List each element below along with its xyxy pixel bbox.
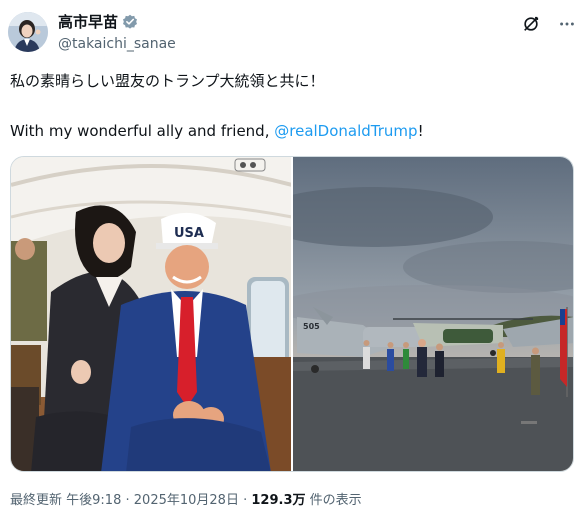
tweet-line-english: With my wonderful ally and friend, @real… (10, 120, 570, 142)
grok-icon[interactable] (521, 14, 541, 34)
user-handle[interactable]: @takaichi_sanae (58, 35, 176, 53)
media-grid: USA 505 (10, 156, 574, 472)
tweet-english-text: With my wonderful ally and friend, (10, 122, 275, 140)
avatar-photo-icon (8, 12, 48, 52)
aircraft-hull-number: 505 (303, 322, 320, 331)
photo-aircraft-carrier-deck[interactable]: 505 (293, 157, 573, 471)
tweet-meta: 最終更新 午後9:18 · 2025年10月28日 · 129.3万 件の表示 (10, 492, 362, 510)
views-label: 件の表示 (309, 493, 362, 508)
header-actions (521, 14, 577, 34)
mention-link[interactable]: @realDonaldTrump (274, 122, 417, 140)
display-name[interactable]: 高市早苗 (58, 13, 118, 31)
updated-label: 最終更新 (10, 493, 63, 508)
views-count: 129.3万 (251, 493, 306, 508)
tweet-time[interactable]: 午後9:18 (66, 493, 121, 508)
more-options-icon[interactable] (557, 14, 577, 34)
tweet-line-japanese: 私の素晴らしい盟友のトランプ大統領と共に！ (10, 72, 325, 90)
tweet-header: 高市早苗 @takaichi_sanae (8, 8, 577, 60)
avatar[interactable] (8, 12, 48, 52)
cap-text: USA (174, 226, 204, 241)
tweet-date[interactable]: 2025年10月28日 (134, 493, 239, 508)
meta-separator-1: · (125, 493, 130, 508)
meta-separator-2: · (243, 493, 248, 508)
name-row: 高市早苗 (58, 13, 138, 31)
verified-badge-icon (122, 14, 138, 30)
tweet-english-suffix: ! (417, 122, 424, 140)
photo-inside-helicopter[interactable]: USA (11, 157, 291, 471)
tweet-text: 私の素晴らしい盟友のトランプ大統領と共に！ With my wonderful … (10, 70, 570, 142)
